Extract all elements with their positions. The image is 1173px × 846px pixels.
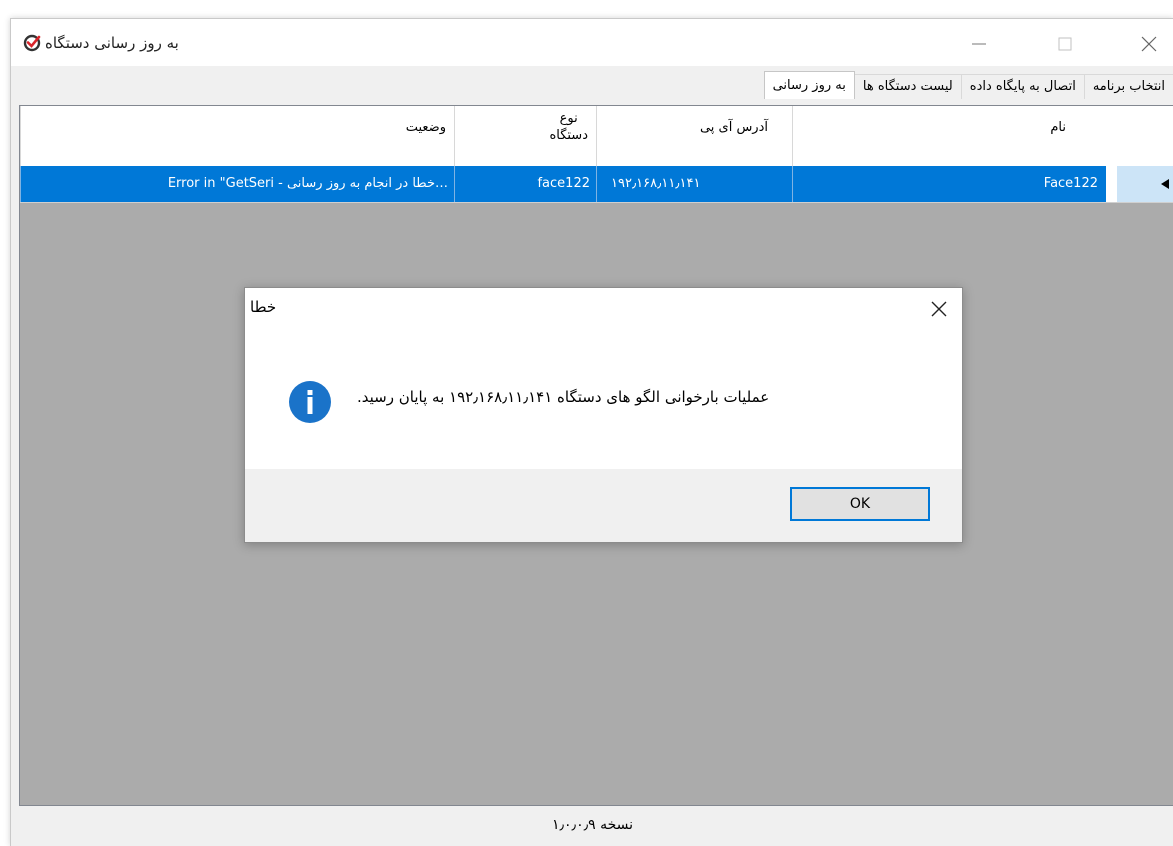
info-icon	[288, 380, 332, 424]
row-selector[interactable]	[1117, 166, 1173, 202]
cell-name: Face122	[792, 166, 1106, 202]
cell-ip: ۱۹۲٫۱۶۸٫۱۱٫۱۴۱	[596, 166, 792, 202]
column-header-ip[interactable]: آدرس آی پی	[596, 106, 792, 166]
dialog-message: عملیات بارخوانی الگو های دستگاه ۱۹۲٫۱۶۸٫…	[357, 388, 770, 406]
window-title: به روز رسانی دستگاه	[45, 34, 179, 52]
app-logo-icon	[23, 34, 41, 52]
version-label: نسخه ۱٫۰٫۰٫۹	[551, 817, 634, 833]
row-pointer-icon	[1161, 179, 1169, 189]
column-header-device-type-line1: نوع	[559, 111, 578, 126]
tab-device-list[interactable]: لیست دستگاه ها	[853, 74, 962, 99]
close-button[interactable]	[1127, 19, 1171, 66]
tab-db-connection[interactable]: اتصال به پایگاه داده	[960, 74, 1085, 99]
cell-device-type: face122	[454, 166, 596, 202]
dialog-footer: OK	[245, 469, 962, 542]
close-icon	[931, 301, 947, 317]
grid-header: وضعیت نوع دستگاه آدرس آی پی نام	[20, 106, 1173, 167]
ok-button[interactable]: OK	[790, 487, 930, 521]
maximize-button[interactable]	[1043, 19, 1087, 66]
dialog-title: خطا	[250, 298, 277, 316]
title-bar: به روز رسانی دستگاه	[11, 19, 1173, 66]
tab-update[interactable]: به روز رسانی	[763, 71, 855, 99]
table-row[interactable]: …خطا در انجام به روز رسانی - Error in "G…	[20, 166, 1173, 203]
dialog-close-button[interactable]	[924, 295, 954, 325]
column-header-name[interactable]: نام	[792, 106, 1106, 166]
column-header-device-type[interactable]: نوع دستگاه	[454, 106, 596, 166]
column-header-status[interactable]: وضعیت	[20, 106, 454, 166]
message-dialog: خطا عملیات بارخوانی الگو های دستگاه ۱۹۲٫…	[244, 287, 963, 543]
minimize-button[interactable]	[957, 19, 1001, 66]
tab-strip: به روز رسانی لیست دستگاه ها اتصال به پای…	[763, 71, 1173, 99]
column-header-device-type-line2: دستگاه	[549, 128, 588, 143]
cell-status: …خطا در انجام به روز رسانی - Error in "G…	[20, 166, 454, 202]
tab-select-program[interactable]: انتخاب برنامه	[1083, 74, 1173, 99]
